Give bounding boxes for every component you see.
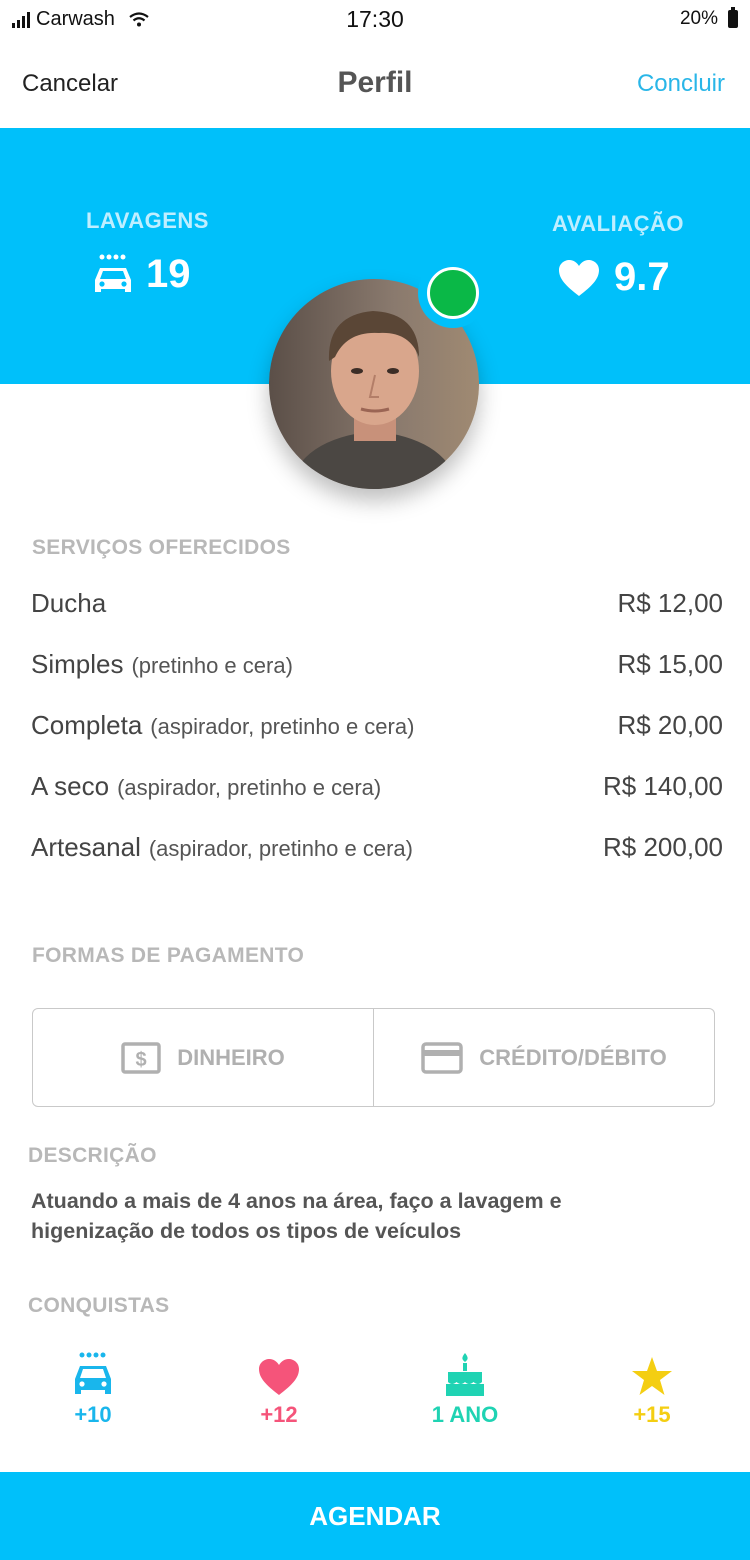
achievement-likes: +12: [219, 1352, 339, 1428]
service-name: A seco: [31, 771, 110, 801]
achievement-value: +12: [260, 1402, 298, 1427]
achievement-value: +15: [633, 1402, 671, 1427]
service-row: Ducha R$ 12,00: [31, 588, 723, 649]
cash-icon: $: [121, 1041, 161, 1074]
service-price: R$ 200,00: [603, 832, 723, 862]
services-title: SERVIÇOS OFERECIDOS: [32, 536, 291, 559]
status-bar: Carwash 17:30 20%: [0, 0, 750, 40]
service-row: A seco (aspirador, pretinho e cera) R$ 14…: [31, 771, 723, 832]
service-desc: (pretinho e cera): [131, 653, 293, 678]
nav-bar: Cancelar Perfil Concluir: [0, 40, 750, 128]
done-button[interactable]: Concluir: [637, 70, 725, 98]
payment-cash-option[interactable]: $ DINHEIRO: [33, 1009, 373, 1106]
washes-label: LAVAGENS: [86, 208, 209, 233]
star-icon: [632, 1357, 672, 1395]
service-desc: (aspirador, pretinho e cera): [150, 714, 415, 739]
service-name: Simples: [31, 649, 124, 679]
svg-text:$: $: [136, 1049, 147, 1071]
rating-value: 9.7: [614, 255, 670, 299]
description-title: DESCRIÇÃO: [28, 1144, 157, 1167]
payment-cash-label: DINHEIRO: [177, 1044, 285, 1070]
battery-percent: 20%: [679, 8, 718, 29]
service-row: Artesanal (aspirador, pretinho e cera) R$…: [31, 832, 723, 893]
service-row: Simples (pretinho e cera) R$ 15,00: [31, 649, 723, 710]
heart-icon: [259, 1359, 299, 1395]
service-price: R$ 20,00: [617, 710, 723, 740]
online-status-dot: [427, 267, 479, 319]
achievement-value: 1 ANO: [431, 1402, 499, 1427]
achievement-stars: +15: [592, 1352, 712, 1428]
achievement-washes: +10: [33, 1352, 153, 1428]
rating-label: AVALIAÇÃO: [552, 211, 685, 236]
achievements-title: CONQUISTAS: [28, 1294, 170, 1317]
service-price: R$ 15,00: [617, 649, 723, 679]
service-desc: (aspirador, pretinho e cera): [148, 836, 413, 861]
battery-icon: [728, 7, 738, 28]
payment-options: $ DINHEIRO CRÉDITO/DÉBITO: [32, 1008, 715, 1107]
battery-info: 20%: [679, 7, 738, 30]
achievement-anniversary: 1 ANO: [405, 1352, 525, 1428]
washes-count: 19: [146, 252, 191, 296]
achievement-value: +10: [74, 1402, 112, 1427]
payment-card-label: CRÉDITO/DÉBITO: [479, 1044, 667, 1070]
schedule-button[interactable]: AGENDAR: [0, 1472, 750, 1560]
service-name: Ducha: [31, 588, 107, 618]
description-text: Atuando a mais de 4 anos na área, faço a…: [31, 1189, 562, 1243]
washes-stat: LAVAGENS 19: [86, 208, 209, 297]
service-row: Completa (aspirador, pretinho e cera) R$ …: [31, 710, 723, 771]
credit-card-icon: [421, 1041, 464, 1074]
payment-card-option[interactable]: CRÉDITO/DÉBITO: [373, 1009, 714, 1106]
achievements-list: +10 +12 1 ANO +15: [0, 1352, 750, 1442]
rating-stat: AVALIAÇÃO 9.7: [552, 211, 684, 300]
heart-icon: [559, 259, 599, 296]
cake-icon: [446, 1353, 484, 1396]
service-desc: (aspirador, pretinho e cera): [117, 775, 382, 800]
service-price: R$ 140,00: [603, 771, 723, 801]
services-list: Ducha R$ 12,00 Simples (pretinho e cera) …: [31, 588, 723, 893]
service-name: Artesanal: [31, 832, 141, 862]
clock: 17:30: [346, 6, 404, 32]
service-name: Completa: [31, 710, 143, 740]
online-status-indicator: [418, 258, 488, 328]
car-wash-icon: [75, 1352, 111, 1394]
service-price: R$ 12,00: [617, 588, 723, 618]
payments-title: FORMAS DE PAGAMENTO: [32, 944, 305, 967]
car-wash-icon: [95, 254, 131, 292]
